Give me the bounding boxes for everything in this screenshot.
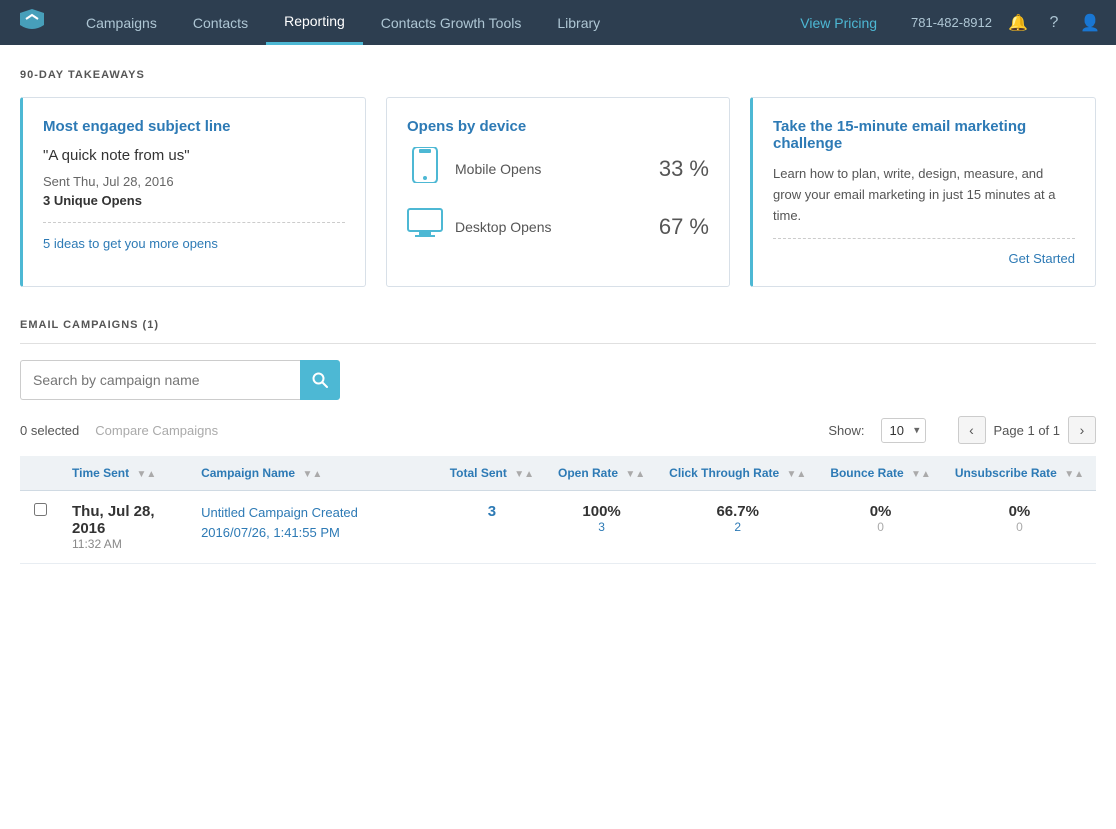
bounce-main: 0% bbox=[830, 503, 931, 520]
sort-arrows-name: ▼▲ bbox=[302, 469, 322, 480]
compare-button[interactable]: Compare Campaigns bbox=[95, 423, 218, 438]
page-info: Page 1 of 1 bbox=[994, 423, 1061, 438]
selected-count: 0 selected bbox=[20, 423, 79, 438]
row-checkbox-cell bbox=[20, 491, 60, 564]
header-unsub[interactable]: Unsubscribe Rate ▼▲ bbox=[943, 456, 1096, 491]
show-select[interactable]: 10 25 50 bbox=[881, 418, 926, 443]
nav-right: View Pricing 781-482-8912 🔔 ? 👤 bbox=[782, 0, 1100, 45]
row-bounce: 0% 0 bbox=[818, 491, 943, 564]
user-icon[interactable]: 👤 bbox=[1080, 13, 1100, 33]
desktop-row: Desktop Opens 67 % bbox=[407, 208, 709, 245]
row-time: 11:32 AM bbox=[72, 537, 177, 551]
card1-link[interactable]: 5 ideas to get you more opens bbox=[43, 236, 218, 251]
header-time-sent[interactable]: Time Sent ▼▲ bbox=[60, 456, 189, 491]
nav-campaigns[interactable]: Campaigns bbox=[68, 0, 175, 45]
header-campaign-name[interactable]: Campaign Name ▼▲ bbox=[189, 456, 438, 491]
main-content: 90-DAY TAKEAWAYS Most engaged subject li… bbox=[0, 45, 1116, 829]
bounce-sub: 0 bbox=[830, 520, 931, 534]
nav-contacts[interactable]: Contacts bbox=[175, 0, 266, 45]
header-checkbox-cell bbox=[20, 456, 60, 491]
row-time-sent: Thu, Jul 28, 2016 11:32 AM bbox=[60, 491, 189, 564]
nav-pricing[interactable]: View Pricing bbox=[782, 0, 895, 45]
cards-row: Most engaged subject line "A quick note … bbox=[20, 97, 1096, 287]
ctr-sub: 2 bbox=[669, 520, 806, 534]
search-button[interactable] bbox=[300, 360, 340, 400]
card-challenge: Take the 15-minute email marketing chall… bbox=[750, 97, 1096, 287]
total-sent-main: 3 bbox=[450, 503, 534, 520]
search-input[interactable] bbox=[20, 360, 300, 400]
prev-page-button[interactable]: ‹ bbox=[958, 416, 986, 444]
desktop-pct: 67 % bbox=[659, 214, 709, 240]
email-section-title: EMAIL CAMPAIGNS (1) bbox=[20, 319, 1096, 331]
sort-arrows-time: ▼▲ bbox=[136, 469, 156, 480]
next-page-button[interactable]: › bbox=[1068, 416, 1096, 444]
nav-library[interactable]: Library bbox=[539, 0, 618, 45]
row-checkbox[interactable] bbox=[34, 503, 47, 516]
show-select-wrap: 10 25 50 bbox=[881, 418, 926, 443]
mobile-pct: 33 % bbox=[659, 156, 709, 182]
card1-subject: "A quick note from us" bbox=[43, 147, 345, 164]
header-total-sent[interactable]: Total Sent ▼▲ bbox=[438, 456, 546, 491]
email-campaigns-section: EMAIL CAMPAIGNS (1) 0 selected Compare C… bbox=[20, 319, 1096, 564]
show-label: Show: bbox=[828, 423, 864, 438]
logo[interactable] bbox=[16, 5, 48, 40]
nav-reporting[interactable]: Reporting bbox=[266, 0, 363, 45]
card1-sent: Sent Thu, Jul 28, 2016 bbox=[43, 174, 345, 189]
row-campaign-name: Untitled Campaign Created 2016/07/26, 1:… bbox=[189, 491, 438, 564]
nav-contacts-growth[interactable]: Contacts Growth Tools bbox=[363, 0, 540, 45]
sort-arrows-bounce: ▼▲ bbox=[911, 469, 931, 480]
card3-link[interactable]: Get Started bbox=[1009, 251, 1075, 266]
mobile-icon bbox=[407, 147, 443, 190]
nav-phone: 781-482-8912 bbox=[911, 15, 992, 30]
card-engaged: Most engaged subject line "A quick note … bbox=[20, 97, 366, 287]
header-bounce[interactable]: Bounce Rate ▼▲ bbox=[818, 456, 943, 491]
question-icon[interactable]: ? bbox=[1044, 13, 1064, 33]
campaign-link[interactable]: Untitled Campaign Created 2016/07/26, 1:… bbox=[201, 505, 358, 540]
unsub-sub: 0 bbox=[955, 520, 1084, 534]
open-rate-sub: 3 bbox=[558, 520, 645, 534]
sort-arrows-total: ▼▲ bbox=[514, 469, 534, 480]
navbar: Campaigns Contacts Reporting Contacts Gr… bbox=[0, 0, 1116, 45]
card3-title: Take the 15-minute email marketing chall… bbox=[773, 118, 1075, 152]
takeaways-title: 90-DAY TAKEAWAYS bbox=[20, 69, 1096, 81]
search-row bbox=[20, 360, 1096, 400]
sort-arrows-open: ▼▲ bbox=[625, 469, 645, 480]
mobile-row: Mobile Opens 33 % bbox=[407, 147, 709, 190]
card2-title: Opens by device bbox=[407, 118, 709, 135]
table-header-row: Time Sent ▼▲ Campaign Name ▼▲ Total Sent… bbox=[20, 456, 1096, 491]
header-ctr[interactable]: Click Through Rate ▼▲ bbox=[657, 456, 818, 491]
sort-arrows-unsub: ▼▲ bbox=[1064, 469, 1084, 480]
unsub-main: 0% bbox=[955, 503, 1084, 520]
card1-opens: 3 Unique Opens bbox=[43, 193, 345, 208]
row-unsub: 0% 0 bbox=[943, 491, 1096, 564]
sort-arrows-ctr: ▼▲ bbox=[787, 469, 807, 480]
row-ctr: 66.7% 2 bbox=[657, 491, 818, 564]
desktop-icon bbox=[407, 208, 443, 245]
table-toolbar: 0 selected Compare Campaigns Show: 10 25… bbox=[20, 416, 1096, 444]
bell-icon[interactable]: 🔔 bbox=[1008, 13, 1028, 33]
card-device: Opens by device Mobile Opens 33 % bbox=[386, 97, 730, 287]
table-row: Thu, Jul 28, 2016 11:32 AM Untitled Camp… bbox=[20, 491, 1096, 564]
card3-desc: Learn how to plan, write, design, measur… bbox=[773, 164, 1075, 226]
campaigns-table: Time Sent ▼▲ Campaign Name ▼▲ Total Sent… bbox=[20, 456, 1096, 564]
desktop-label: Desktop Opens bbox=[455, 219, 647, 235]
page-nav: ‹ Page 1 of 1 › bbox=[958, 416, 1097, 444]
open-rate-main: 100% bbox=[558, 503, 645, 520]
nav-items: Campaigns Contacts Reporting Contacts Gr… bbox=[68, 0, 782, 45]
card1-title: Most engaged subject line bbox=[43, 118, 345, 135]
row-open-rate: 100% 3 bbox=[546, 491, 657, 564]
ctr-main: 66.7% bbox=[669, 503, 806, 520]
mobile-label: Mobile Opens bbox=[455, 161, 647, 177]
row-date: Thu, Jul 28, 2016 bbox=[72, 503, 177, 537]
row-total-sent: 3 bbox=[438, 491, 546, 564]
header-open-rate[interactable]: Open Rate ▼▲ bbox=[546, 456, 657, 491]
